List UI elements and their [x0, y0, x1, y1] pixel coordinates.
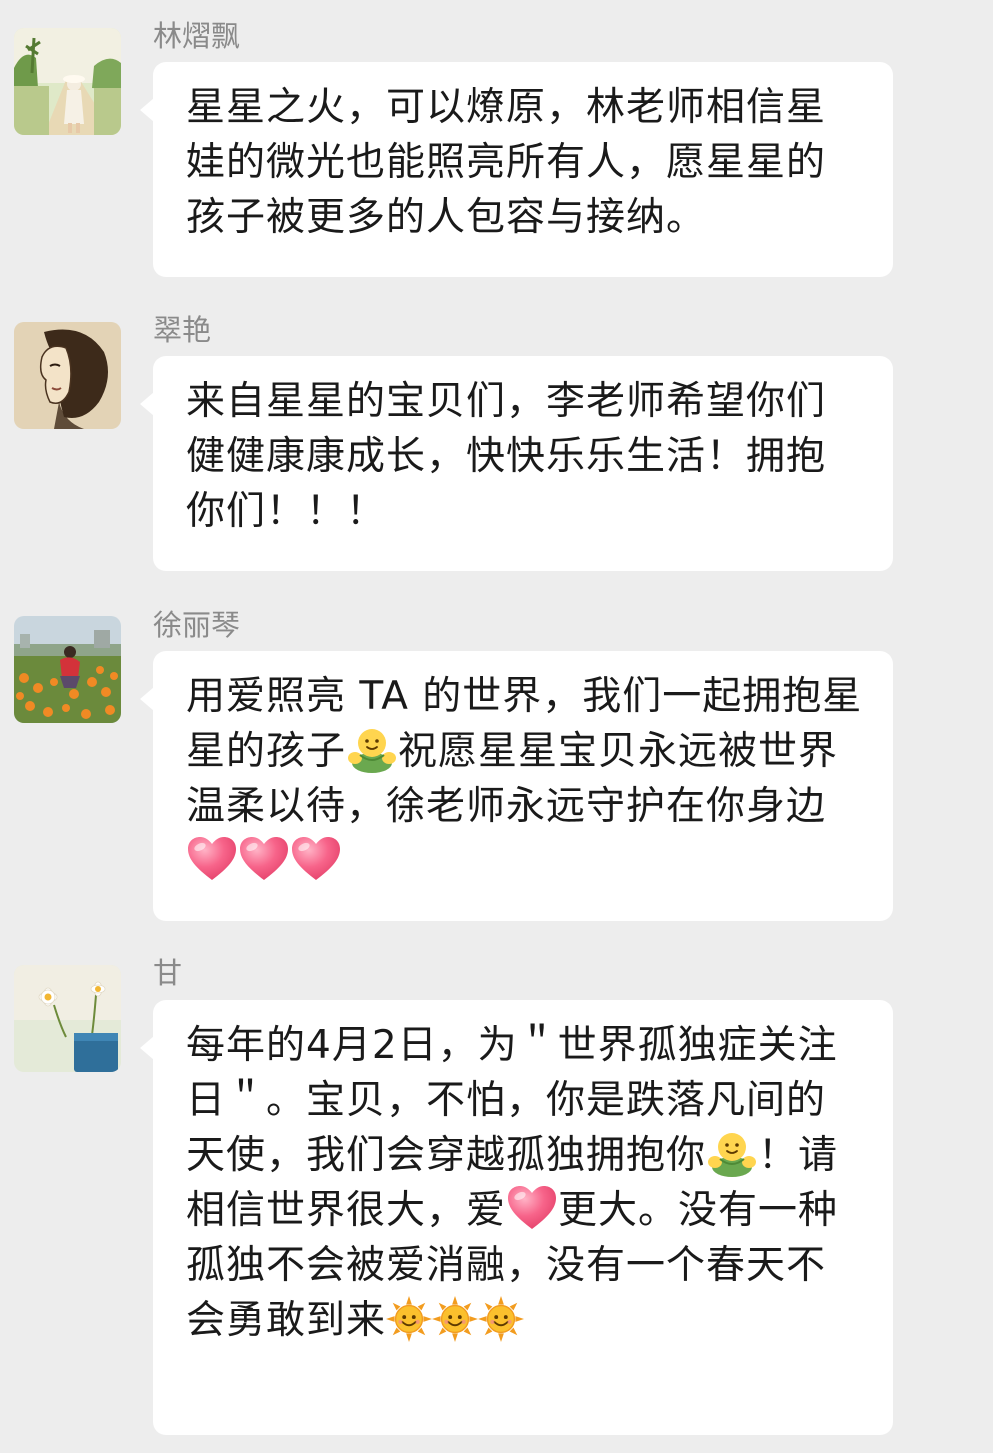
message-text: 星星之火，可以燎原，林老师相信星娃的微光也能照亮所有人，愿星星的孩子被更多的人包…: [186, 85, 827, 240]
message-text: 用爱照亮 TA 的世界，我们一起拥抱星星的孩子 祝愿星星宝贝永远被世界温柔以待，徐…: [186, 669, 863, 889]
sender-name[interactable]: 甘: [153, 955, 182, 991]
sender-name[interactable]: 翠艳: [153, 312, 211, 348]
heart-emoji-icon: [506, 1184, 558, 1232]
message-bubble[interactable]: 星星之火，可以燎原，林老师相信星娃的微光也能照亮所有人，愿星星的孩子被更多的人包…: [140, 62, 893, 277]
heart-emoji-icon: [238, 835, 290, 883]
avatar-sketch-portrait-icon[interactable]: [14, 322, 121, 429]
sun-emoji-icon: [478, 1296, 524, 1342]
heart-emoji-icon: [186, 835, 238, 883]
message-bubble[interactable]: 用爱照亮 TA 的世界，我们一起拥抱星星的孩子 祝愿星星宝贝永远被世界温柔以待，徐…: [140, 651, 893, 921]
message-bubble[interactable]: 来自星星的宝贝们，李老师希望你们健健康康成长，快快乐乐生活！拥抱你们！！！: [140, 356, 893, 571]
sender-name[interactable]: 徐丽琴: [153, 607, 240, 643]
heart-emoji-icon: [290, 835, 342, 883]
hug-emoji-icon: [346, 725, 398, 773]
avatar-photo-woman-road-icon[interactable]: [14, 28, 121, 135]
sun-emoji-icon: [386, 1296, 432, 1342]
avatar-flower-field-icon[interactable]: [14, 616, 121, 723]
hug-emoji-icon: [706, 1129, 758, 1177]
message-text: 来自星星的宝贝们，李老师希望你们健健康康成长，快快乐乐生活！拥抱你们！！！: [186, 379, 827, 534]
message-bubble[interactable]: 每年的4月2日，为＂世界孤独症关注日＂。宝贝，不怕，你是跌落凡间的天使，我们会穿…: [140, 1000, 893, 1435]
message-text: 每年的4月2日，为＂世界孤独症关注日＂。宝贝，不怕，你是跌落凡间的天使，我们会穿…: [186, 1018, 863, 1348]
sun-emoji-icon: [432, 1296, 478, 1342]
avatar-flowers-vase-icon[interactable]: [14, 965, 121, 1072]
sender-name[interactable]: 林熠飘: [153, 18, 240, 54]
